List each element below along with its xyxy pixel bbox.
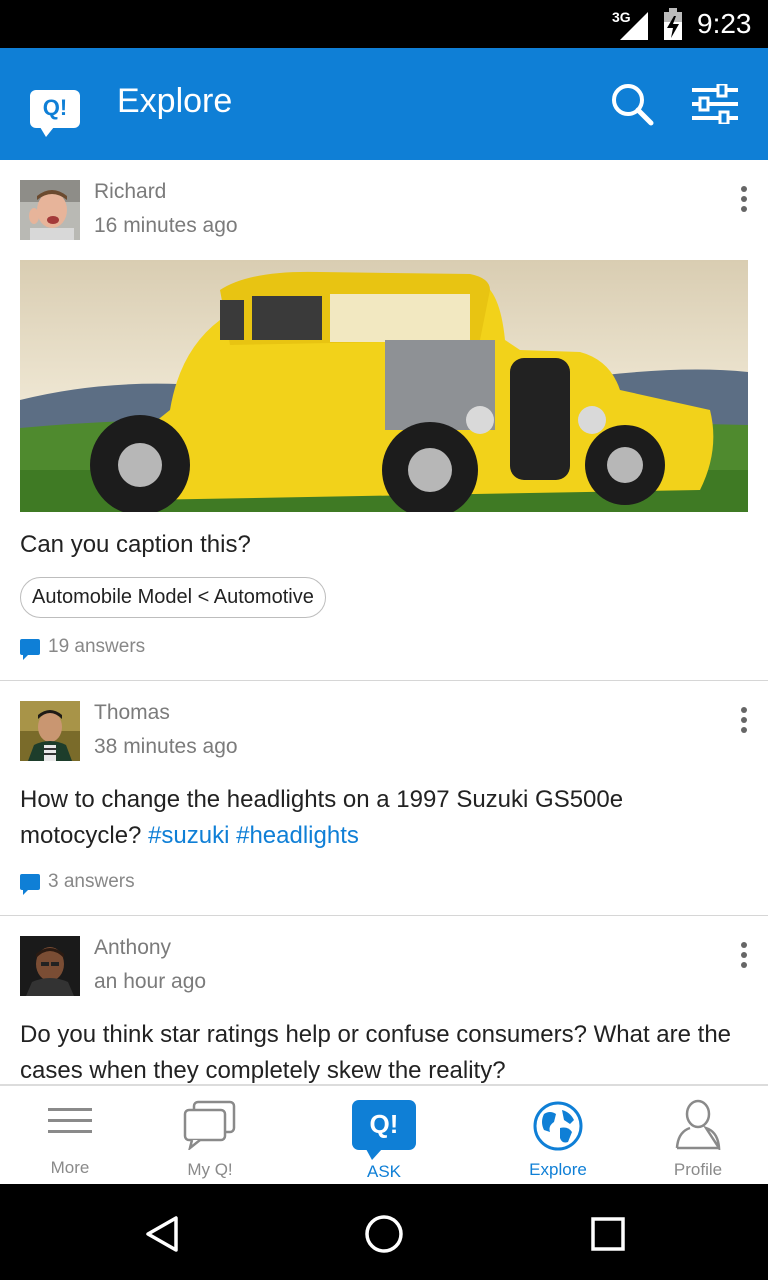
nav-label: My Q! xyxy=(187,1160,233,1179)
filter-sliders-icon[interactable] xyxy=(690,84,740,124)
post-time: 38 minutes ago xyxy=(94,735,238,758)
menu-icon xyxy=(48,1108,92,1133)
author-name[interactable]: Richard xyxy=(94,180,166,204)
question-text[interactable]: How to change the headlights on a 1997 S… xyxy=(20,782,750,854)
comment-icon xyxy=(20,874,40,895)
page-title: Explore xyxy=(117,82,233,120)
answers-label: 19 answers xyxy=(48,636,146,657)
hashtag-link[interactable]: #headlights xyxy=(236,822,359,849)
nav-explore[interactable]: Explore xyxy=(488,1086,628,1186)
chat-bubbles-icon xyxy=(183,1100,236,1150)
nav-label: Explore xyxy=(529,1160,587,1179)
more-options-icon[interactable] xyxy=(736,186,752,216)
signal-icon xyxy=(620,12,648,40)
avatar[interactable] xyxy=(20,180,80,240)
question-text[interactable]: Do you think star ratings help or confus… xyxy=(20,1017,750,1084)
answers-count[interactable]: 3 answers xyxy=(20,871,135,895)
more-options-icon[interactable] xyxy=(736,707,752,737)
recents-icon[interactable] xyxy=(590,1214,626,1254)
more-options-icon[interactable] xyxy=(736,942,752,972)
question-text[interactable]: Can you caption this? xyxy=(20,527,750,563)
author-name[interactable]: Anthony xyxy=(94,936,171,960)
system-nav-bar xyxy=(0,1184,768,1280)
person-icon xyxy=(675,1099,721,1150)
search-icon[interactable] xyxy=(610,82,654,126)
hashtag-link[interactable]: #suzuki xyxy=(148,822,229,849)
nav-label: Profile xyxy=(673,1160,723,1179)
app-bar: Q! Explore xyxy=(0,48,768,160)
status-bar: 3G 9:23 xyxy=(0,0,768,48)
answers-count[interactable]: 19 answers xyxy=(20,636,146,660)
app-logo[interactable]: Q! xyxy=(30,90,80,137)
feed[interactable]: Richard 16 minutes ago Can you caption t… xyxy=(0,160,768,1084)
answers-label: 3 answers xyxy=(48,871,135,892)
nav-profile[interactable]: Profile xyxy=(628,1086,768,1186)
home-icon[interactable] xyxy=(364,1214,404,1254)
nav-label: ASK xyxy=(366,1162,402,1181)
author-name[interactable]: Thomas xyxy=(94,701,170,725)
avatar[interactable] xyxy=(20,701,80,761)
comment-icon xyxy=(20,639,40,660)
bottom-nav: More My Q! ASK Q! Explore Profile xyxy=(0,1084,768,1184)
post-time: 16 minutes ago xyxy=(94,214,238,237)
post-card[interactable]: Richard 16 minutes ago Can you caption t… xyxy=(0,160,768,681)
nav-my-q[interactable]: My Q! xyxy=(140,1086,280,1186)
back-icon[interactable] xyxy=(142,1214,182,1254)
post-time: an hour ago xyxy=(94,970,207,993)
nav-label: More xyxy=(50,1158,90,1177)
post-image[interactable] xyxy=(20,260,748,512)
avatar[interactable] xyxy=(20,936,80,996)
battery-icon xyxy=(664,8,682,40)
nav-more[interactable]: More xyxy=(0,1086,140,1186)
topic-tag[interactable]: Automobile Model < Automotive xyxy=(20,577,326,618)
globe-icon xyxy=(533,1101,583,1151)
post-card[interactable]: Thomas 38 minutes ago How to change the … xyxy=(0,681,768,916)
post-card[interactable]: Anthony an hour ago Do you think star ra… xyxy=(0,916,768,1084)
clock: 9:23 xyxy=(697,8,752,39)
ask-q-icon[interactable]: Q! xyxy=(352,1100,416,1160)
